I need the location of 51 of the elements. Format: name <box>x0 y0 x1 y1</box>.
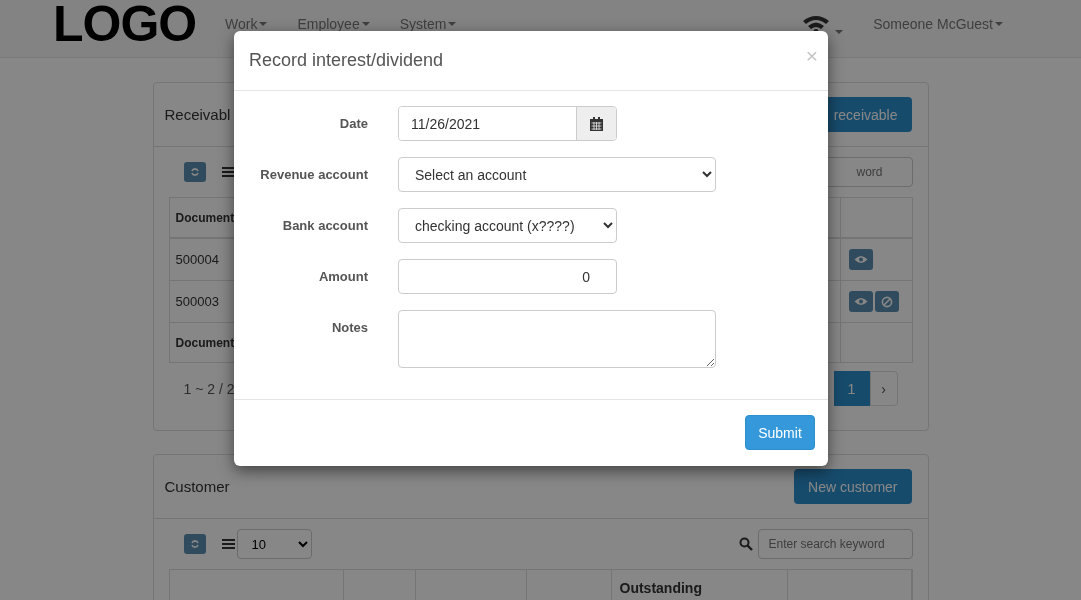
search-icon <box>738 537 753 551</box>
nav-menu[interactable]: System <box>399 16 457 32</box>
panel-title: Customer <box>164 478 230 495</box>
submit-button[interactable]: Submit <box>745 415 815 450</box>
field-label: Bank account <box>281 217 368 233</box>
field-label: Revenue account <box>259 166 368 182</box>
caret-icon <box>835 30 844 34</box>
nav-menu[interactable]: Employee <box>297 16 370 32</box>
page-link[interactable]: 1 <box>833 371 870 406</box>
date-field[interactable]: 11/26/2021 <box>398 106 617 141</box>
eye-icon <box>853 255 868 264</box>
view-button[interactable] <box>848 249 873 270</box>
refresh-icon <box>189 167 200 177</box>
column-footer: Document <box>169 335 244 350</box>
page-size-select[interactable]: 10 <box>236 529 312 559</box>
list-icon <box>221 166 235 178</box>
user-menu[interactable]: Someone McGuest <box>873 16 1003 32</box>
caret-icon <box>361 22 370 26</box>
account-select[interactable]: checking account (x????) <box>398 208 617 243</box>
next-page-link[interactable]: › <box>869 371 898 406</box>
caret-icon <box>448 22 457 26</box>
wifi-icon[interactable] <box>801 14 832 34</box>
field-label: Amount <box>317 268 368 284</box>
close-button[interactable]: × <box>805 45 818 66</box>
table-cell-text: 500003 <box>174 294 220 309</box>
table-cell-text: 500004 <box>174 252 220 267</box>
list-icon <box>221 538 235 550</box>
field-label: Notes <box>330 319 368 335</box>
refresh-icon <box>189 539 200 549</box>
view-button[interactable] <box>848 291 873 312</box>
ban-icon <box>880 295 893 308</box>
logo[interactable]: LOGO <box>53 0 225 49</box>
caret-icon <box>259 22 268 26</box>
amount-field[interactable]: 0 <box>398 259 617 294</box>
refresh-button[interactable] <box>183 534 206 554</box>
calendar-icon[interactable] <box>590 116 603 131</box>
field-label: Date <box>338 115 368 131</box>
eye-icon <box>853 297 868 306</box>
account-select[interactable]: Select an account <box>398 157 716 192</box>
column-header: Document <box>174 210 236 225</box>
notes-field[interactable] <box>398 310 716 368</box>
dialog-title: Record interest/dividend <box>249 50 444 71</box>
cancel-button[interactable] <box>874 291 899 312</box>
search-field[interactable]: Enter search keyword <box>757 529 913 559</box>
caret-icon <box>995 22 1003 26</box>
page-range: 1 ~ 2 / 2 <box>183 380 235 397</box>
panel-title: Receivabl <box>164 106 231 123</box>
column-header: Outstanding <box>611 570 788 600</box>
nav-menu[interactable]: Work <box>225 16 268 32</box>
new-customer-button[interactable]: New customer <box>794 469 912 504</box>
refresh-button[interactable] <box>183 162 206 182</box>
